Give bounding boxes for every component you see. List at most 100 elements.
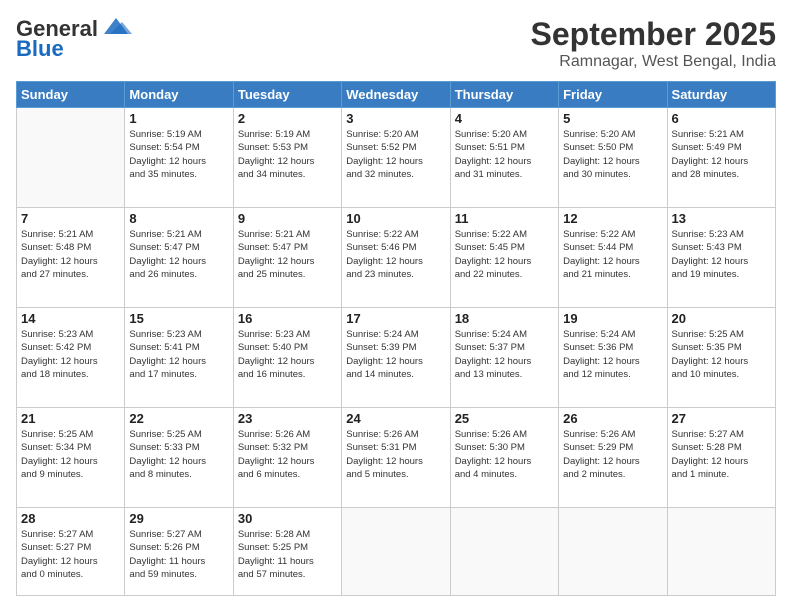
day-number: 8 bbox=[129, 211, 228, 226]
day-info: Sunrise: 5:23 AM Sunset: 5:41 PM Dayligh… bbox=[129, 328, 228, 381]
calendar-cell: 5Sunrise: 5:20 AM Sunset: 5:50 PM Daylig… bbox=[559, 108, 667, 208]
day-number: 30 bbox=[238, 511, 337, 526]
day-info: Sunrise: 5:21 AM Sunset: 5:47 PM Dayligh… bbox=[129, 228, 228, 281]
day-number: 5 bbox=[563, 111, 662, 126]
weekday-header-friday: Friday bbox=[559, 82, 667, 108]
day-number: 26 bbox=[563, 411, 662, 426]
day-info: Sunrise: 5:22 AM Sunset: 5:46 PM Dayligh… bbox=[346, 228, 445, 281]
logo-blue-text: Blue bbox=[16, 36, 64, 62]
calendar-cell: 28Sunrise: 5:27 AM Sunset: 5:27 PM Dayli… bbox=[17, 508, 125, 596]
calendar-cell: 6Sunrise: 5:21 AM Sunset: 5:49 PM Daylig… bbox=[667, 108, 775, 208]
calendar-cell: 11Sunrise: 5:22 AM Sunset: 5:45 PM Dayli… bbox=[450, 208, 558, 308]
day-number: 16 bbox=[238, 311, 337, 326]
calendar-cell: 12 Sunrise: 5:22 AM Sunset: 5:44 PM Dayli… bbox=[559, 208, 667, 308]
weekday-header-saturday: Saturday bbox=[667, 82, 775, 108]
day-info: Sunrise: 5:22 AM Sunset: 5:44 PM Dayligh… bbox=[563, 228, 662, 281]
calendar-cell: 21 Sunrise: 5:25 AM Sunset: 5:34 PM Dayli… bbox=[17, 408, 125, 508]
day-info: Sunrise: 5:27 AM Sunset: 5:28 PM Dayligh… bbox=[672, 428, 771, 481]
day-number: 1 bbox=[129, 111, 228, 126]
calendar-cell: 4 Sunrise: 5:20 AM Sunset: 5:51 PM Daylig… bbox=[450, 108, 558, 208]
day-number: 21 bbox=[21, 411, 120, 426]
calendar-cell: 16 Sunrise: 5:23 AM Sunset: 5:40 PM Dayli… bbox=[233, 308, 341, 408]
day-number: 28 bbox=[21, 511, 120, 526]
day-info: Sunrise: 5:27 AM Sunset: 5:26 PM Dayligh… bbox=[129, 528, 228, 581]
location: Ramnagar, West Bengal, India bbox=[531, 53, 776, 71]
calendar-cell: 14 Sunrise: 5:23 AM Sunset: 5:42 PM Dayli… bbox=[17, 308, 125, 408]
day-number: 22 bbox=[129, 411, 228, 426]
day-info: Sunrise: 5:19 AM Sunset: 5:54 PM Dayligh… bbox=[129, 128, 228, 181]
page: General Blue September 2025 Ramnagar, We… bbox=[0, 0, 792, 612]
calendar-cell: 9Sunrise: 5:21 AM Sunset: 5:47 PM Daylig… bbox=[233, 208, 341, 308]
calendar-cell bbox=[559, 508, 667, 596]
calendar-cell: 23Sunrise: 5:26 AM Sunset: 5:32 PM Dayli… bbox=[233, 408, 341, 508]
calendar-week-3: 14 Sunrise: 5:23 AM Sunset: 5:42 PM Dayli… bbox=[17, 308, 776, 408]
weekday-header-tuesday: Tuesday bbox=[233, 82, 341, 108]
day-number: 2 bbox=[238, 111, 337, 126]
day-info: Sunrise: 5:23 AM Sunset: 5:42 PM Dayligh… bbox=[21, 328, 120, 381]
weekday-header-row: SundayMondayTuesdayWednesdayThursdayFrid… bbox=[17, 82, 776, 108]
day-number: 4 bbox=[455, 111, 554, 126]
calendar-cell: 20Sunrise: 5:25 AM Sunset: 5:35 PM Dayli… bbox=[667, 308, 775, 408]
day-number: 18 bbox=[455, 311, 554, 326]
calendar-cell: 24Sunrise: 5:26 AM Sunset: 5:31 PM Dayli… bbox=[342, 408, 450, 508]
logo: General Blue bbox=[16, 16, 132, 62]
calendar-week-5: 28Sunrise: 5:27 AM Sunset: 5:27 PM Dayli… bbox=[17, 508, 776, 596]
calendar-cell: 1 Sunrise: 5:19 AM Sunset: 5:54 PM Daylig… bbox=[125, 108, 233, 208]
calendar-cell: 2 Sunrise: 5:19 AM Sunset: 5:53 PM Daylig… bbox=[233, 108, 341, 208]
day-number: 17 bbox=[346, 311, 445, 326]
calendar-cell: 7 Sunrise: 5:21 AM Sunset: 5:48 PM Daylig… bbox=[17, 208, 125, 308]
logo-icon bbox=[100, 16, 132, 38]
day-info: Sunrise: 5:26 AM Sunset: 5:31 PM Dayligh… bbox=[346, 428, 445, 481]
day-number: 10 bbox=[346, 211, 445, 226]
weekday-header-thursday: Thursday bbox=[450, 82, 558, 108]
day-number: 19 bbox=[563, 311, 662, 326]
day-number: 23 bbox=[238, 411, 337, 426]
calendar-cell: 18Sunrise: 5:24 AM Sunset: 5:37 PM Dayli… bbox=[450, 308, 558, 408]
day-info: Sunrise: 5:28 AM Sunset: 5:25 PM Dayligh… bbox=[238, 528, 337, 581]
day-info: Sunrise: 5:25 AM Sunset: 5:35 PM Dayligh… bbox=[672, 328, 771, 381]
day-number: 25 bbox=[455, 411, 554, 426]
calendar-cell bbox=[342, 508, 450, 596]
day-info: Sunrise: 5:22 AM Sunset: 5:45 PM Dayligh… bbox=[455, 228, 554, 281]
day-info: Sunrise: 5:24 AM Sunset: 5:36 PM Dayligh… bbox=[563, 328, 662, 381]
calendar-cell: 3Sunrise: 5:20 AM Sunset: 5:52 PM Daylig… bbox=[342, 108, 450, 208]
weekday-header-wednesday: Wednesday bbox=[342, 82, 450, 108]
day-number: 29 bbox=[129, 511, 228, 526]
day-number: 7 bbox=[21, 211, 120, 226]
day-number: 13 bbox=[672, 211, 771, 226]
calendar-cell: 30 Sunrise: 5:28 AM Sunset: 5:25 PM Dayli… bbox=[233, 508, 341, 596]
day-info: Sunrise: 5:23 AM Sunset: 5:40 PM Dayligh… bbox=[238, 328, 337, 381]
calendar-cell: 27 Sunrise: 5:27 AM Sunset: 5:28 PM Dayli… bbox=[667, 408, 775, 508]
calendar-cell: 15Sunrise: 5:23 AM Sunset: 5:41 PM Dayli… bbox=[125, 308, 233, 408]
calendar-cell: 22 Sunrise: 5:25 AM Sunset: 5:33 PM Dayli… bbox=[125, 408, 233, 508]
calendar-cell: 13 Sunrise: 5:23 AM Sunset: 5:43 PM Dayli… bbox=[667, 208, 775, 308]
calendar: SundayMondayTuesdayWednesdayThursdayFrid… bbox=[16, 81, 776, 596]
calendar-week-1: 1 Sunrise: 5:19 AM Sunset: 5:54 PM Daylig… bbox=[17, 108, 776, 208]
calendar-cell bbox=[450, 508, 558, 596]
calendar-week-2: 7 Sunrise: 5:21 AM Sunset: 5:48 PM Daylig… bbox=[17, 208, 776, 308]
day-number: 27 bbox=[672, 411, 771, 426]
calendar-week-4: 21 Sunrise: 5:25 AM Sunset: 5:34 PM Dayli… bbox=[17, 408, 776, 508]
title-block: September 2025 Ramnagar, West Bengal, In… bbox=[531, 16, 776, 71]
day-info: Sunrise: 5:21 AM Sunset: 5:48 PM Dayligh… bbox=[21, 228, 120, 281]
calendar-cell: 19 Sunrise: 5:24 AM Sunset: 5:36 PM Dayli… bbox=[559, 308, 667, 408]
header: General Blue September 2025 Ramnagar, We… bbox=[16, 16, 776, 71]
day-info: Sunrise: 5:25 AM Sunset: 5:34 PM Dayligh… bbox=[21, 428, 120, 481]
day-info: Sunrise: 5:26 AM Sunset: 5:30 PM Dayligh… bbox=[455, 428, 554, 481]
month-title: September 2025 bbox=[531, 16, 776, 53]
day-info: Sunrise: 5:26 AM Sunset: 5:29 PM Dayligh… bbox=[563, 428, 662, 481]
day-info: Sunrise: 5:19 AM Sunset: 5:53 PM Dayligh… bbox=[238, 128, 337, 181]
calendar-cell: 10 Sunrise: 5:22 AM Sunset: 5:46 PM Dayli… bbox=[342, 208, 450, 308]
day-number: 12 bbox=[563, 211, 662, 226]
day-number: 3 bbox=[346, 111, 445, 126]
day-info: Sunrise: 5:23 AM Sunset: 5:43 PM Dayligh… bbox=[672, 228, 771, 281]
calendar-cell: 17Sunrise: 5:24 AM Sunset: 5:39 PM Dayli… bbox=[342, 308, 450, 408]
day-number: 14 bbox=[21, 311, 120, 326]
calendar-cell bbox=[667, 508, 775, 596]
day-info: Sunrise: 5:25 AM Sunset: 5:33 PM Dayligh… bbox=[129, 428, 228, 481]
calendar-cell: 29 Sunrise: 5:27 AM Sunset: 5:26 PM Dayli… bbox=[125, 508, 233, 596]
calendar-cell bbox=[17, 108, 125, 208]
day-info: Sunrise: 5:21 AM Sunset: 5:47 PM Dayligh… bbox=[238, 228, 337, 281]
day-number: 6 bbox=[672, 111, 771, 126]
day-info: Sunrise: 5:20 AM Sunset: 5:51 PM Dayligh… bbox=[455, 128, 554, 181]
